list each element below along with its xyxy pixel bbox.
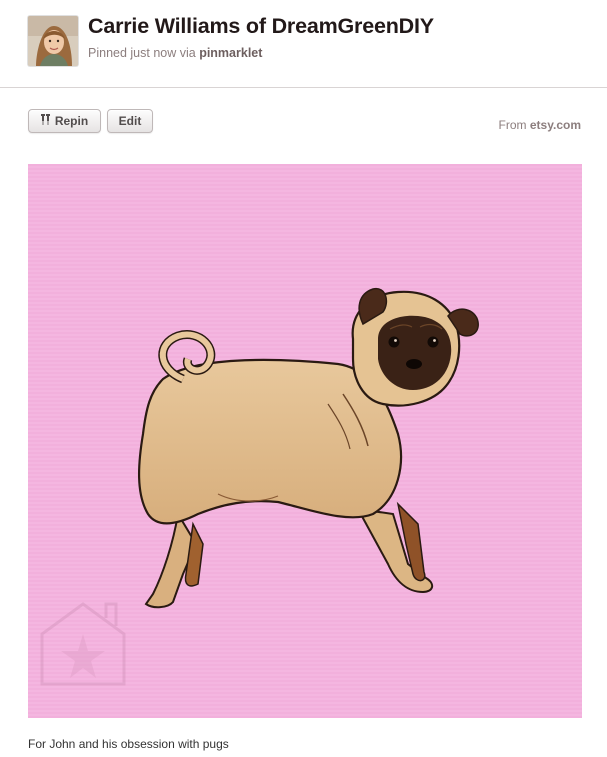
pin-image[interactable]	[28, 164, 582, 718]
avatar-portrait	[28, 16, 78, 66]
edit-button[interactable]: Edit	[107, 109, 153, 133]
source-domain-link[interactable]: etsy.com	[530, 118, 581, 132]
source-prefix: From	[498, 118, 527, 132]
pushpin-icon	[40, 114, 51, 128]
pin-header: Carrie Williams of DreamGreenDIY Pinned …	[0, 0, 607, 88]
header-divider	[0, 87, 607, 88]
repin-label: Repin	[54, 114, 89, 128]
pinned-prefix: Pinned just now via	[88, 46, 196, 60]
pinned-via-link[interactable]: pinmarklet	[199, 46, 262, 60]
pin-description: For John and his obsession with pugs	[28, 737, 229, 751]
edit-label: Edit	[118, 114, 142, 128]
pinned-info: Pinned just now via pinmarklet	[88, 46, 262, 60]
pug-painting	[28, 164, 582, 718]
repin-button[interactable]: Repin	[28, 109, 101, 133]
pinner-name[interactable]: Carrie Williams of DreamGreenDIY	[88, 14, 434, 39]
pinner-avatar[interactable]	[28, 16, 78, 66]
pin-source: From etsy.com	[499, 118, 581, 132]
